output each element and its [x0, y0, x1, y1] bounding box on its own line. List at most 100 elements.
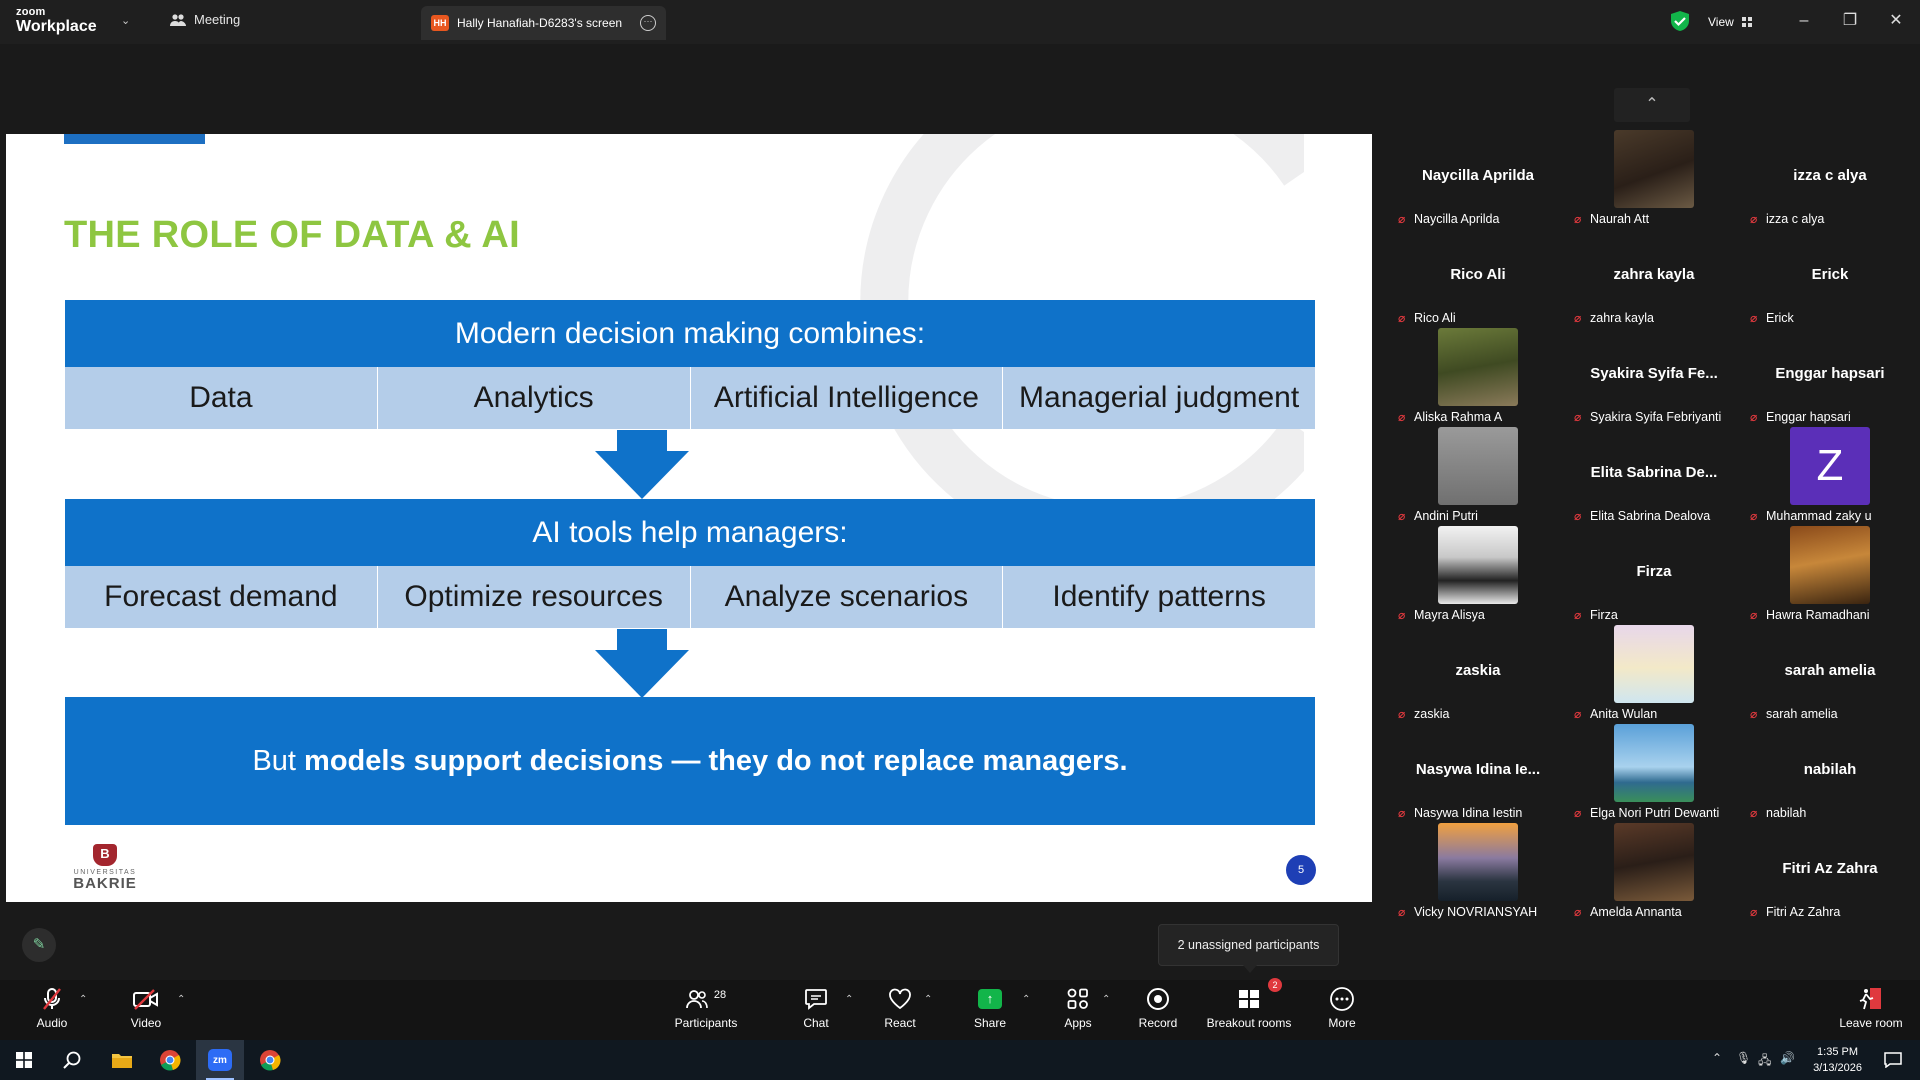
restore-button[interactable]: ❐ — [1835, 10, 1865, 32]
participant-name: sarah amelia — [1766, 707, 1838, 721]
zoom-workplace-logo[interactable]: zoom Workplace — [16, 7, 97, 35]
participant-tile[interactable]: Enggar hapsari ⌀ Enggar hapsari — [1742, 328, 1918, 427]
show-hidden-icons[interactable]: ⌃ — [1712, 1051, 1722, 1065]
participant-tile[interactable]: Nasywa Idina Ie... ⌀ Nasywa Idina Iestin — [1390, 724, 1566, 823]
participant-tile[interactable]: ⌀ Amelda Annanta — [1566, 823, 1742, 922]
participant-tile[interactable]: Z ⌀ Muhammad zaky u — [1742, 427, 1918, 526]
audio-button[interactable]: Audio — [32, 986, 72, 1030]
system-clock[interactable]: 1:35 PM 3/13/2026 — [1813, 1044, 1862, 1076]
microphone-icon[interactable]: 🎙 — [1736, 1051, 1751, 1065]
mic-muted-icon: ⌀ — [1398, 508, 1406, 523]
audio-options-caret[interactable]: ⌃ — [79, 994, 87, 1005]
participant-name: Enggar hapsari — [1766, 410, 1851, 424]
participant-video-thumbnail — [1614, 724, 1694, 802]
participant-name-label: ⌀ Aliska Rahma A — [1398, 407, 1502, 427]
chat-options-caret[interactable]: ⌃ — [845, 994, 853, 1005]
mic-muted-icon: ⌀ — [1574, 904, 1582, 919]
grid-view-icon — [1741, 17, 1752, 27]
breakout-rooms-button[interactable]: Breakout rooms — [1204, 986, 1294, 1030]
share-button[interactable]: ↑ Share — [970, 986, 1010, 1030]
chevron-down-icon[interactable]: ⌄ — [121, 14, 130, 27]
participant-tile[interactable]: izza c alya ⌀ izza c alya — [1742, 130, 1918, 229]
slide-accent-bar — [64, 134, 205, 144]
audio-label: Audio — [36, 1016, 68, 1030]
volume-icon[interactable]: 🔊 — [1780, 1051, 1795, 1065]
apps-button[interactable]: Apps — [1058, 986, 1098, 1030]
minimize-button[interactable]: – — [1789, 10, 1819, 32]
gallery-scroll-up-button[interactable]: ⌃ — [1614, 88, 1690, 122]
record-button[interactable]: Record — [1138, 986, 1178, 1030]
participant-tile[interactable]: Naycilla Aprilda ⌀ Naycilla Aprilda — [1390, 130, 1566, 229]
annotate-pen-icon[interactable]: ✎ — [22, 928, 56, 962]
participant-tile[interactable]: Syakira Syifa Fe... ⌀ Syakira Syifa Febriy… — [1566, 328, 1742, 427]
shield-check-icon[interactable] — [1668, 10, 1692, 32]
participant-tile[interactable]: ⌀ Mayra Alisya — [1390, 526, 1566, 625]
participant-tile[interactable]: ⌀ Elga Nori Putri Dewanti — [1566, 724, 1742, 823]
close-button[interactable]: ✕ — [1881, 10, 1911, 32]
participant-tile[interactable]: sarah amelia ⌀ sarah amelia — [1742, 625, 1918, 724]
shared-slide: THE ROLE OF DATA & AI Modern decision ma… — [6, 134, 1372, 902]
chrome-button[interactable] — [146, 1040, 194, 1080]
participant-display-name: Nasywa Idina Ie... — [1415, 761, 1541, 778]
apps-options-caret[interactable]: ⌃ — [1102, 994, 1110, 1005]
more-button[interactable]: More — [1322, 986, 1362, 1030]
participant-tile[interactable]: ⌀ Anita Wulan — [1566, 625, 1742, 724]
participant-tile[interactable]: ⌀ Vicky NOVRIANSYAH — [1390, 823, 1566, 922]
participant-tile[interactable]: zaskia ⌀ zaskia — [1390, 625, 1566, 724]
video-button[interactable]: Video — [126, 986, 166, 1030]
participants-icon — [685, 990, 708, 1009]
participant-tile[interactable]: Firza ⌀ Firza — [1566, 526, 1742, 625]
slide-page-number: 5 — [1286, 855, 1316, 885]
participant-tile[interactable]: nabilah ⌀ nabilah — [1742, 724, 1918, 823]
mic-muted-icon: ⌀ — [1750, 805, 1758, 820]
screen-share-tab[interactable]: HH Hally Hanafiah-D6283's screen ··· — [421, 6, 666, 40]
participant-display-name: sarah amelia — [1784, 662, 1876, 679]
participants-button[interactable]: 28 Participants — [671, 986, 741, 1030]
network-icon[interactable]: 🖧 — [1758, 1051, 1771, 1072]
participant-tile[interactable]: zahra kayla ⌀ zahra kayla — [1566, 229, 1742, 328]
mic-muted-icon: ⌀ — [1574, 409, 1582, 424]
notifications-icon[interactable] — [1884, 1052, 1902, 1068]
mic-muted-icon: ⌀ — [1574, 706, 1582, 721]
file-explorer-button[interactable] — [98, 1040, 146, 1080]
participant-name-label: ⌀ Enggar hapsari — [1750, 407, 1851, 427]
participant-name-label: ⌀ Elita Sabrina Dealova — [1574, 506, 1710, 526]
participant-name: zaskia — [1414, 707, 1450, 721]
leave-room-button[interactable]: Leave room — [1836, 986, 1906, 1030]
windows-start-button[interactable] — [0, 1040, 48, 1080]
chrome-icon — [260, 1050, 281, 1071]
participant-tile[interactable]: ⌀ Naurah Att — [1566, 130, 1742, 229]
participant-tile[interactable]: ⌀ Aliska Rahma A — [1390, 328, 1566, 427]
participant-tile[interactable]: Rico Ali ⌀ Rico Ali — [1390, 229, 1566, 328]
title-bar: zoom Workplace ⌄ Meeting HH Hally Hanafi… — [0, 0, 1920, 44]
video-options-caret[interactable]: ⌃ — [177, 994, 185, 1005]
more-options-icon[interactable]: ··· — [640, 15, 656, 31]
chat-button[interactable]: Chat — [796, 986, 836, 1030]
react-button[interactable]: React — [880, 986, 920, 1030]
view-button[interactable]: View — [1700, 11, 1760, 33]
participant-name: Rico Ali — [1414, 311, 1456, 325]
participant-name-label: ⌀ Naurah Att — [1574, 209, 1649, 229]
share-options-caret[interactable]: ⌃ — [1022, 994, 1030, 1005]
mic-muted-icon: ⌀ — [1750, 409, 1758, 424]
participant-tile[interactable]: Elita Sabrina De... ⌀ Elita Sabrina Dealov… — [1566, 427, 1742, 526]
crest-icon — [93, 844, 117, 866]
participant-video-thumbnail — [1614, 625, 1694, 703]
meeting-icon — [170, 13, 186, 26]
participant-name-label: ⌀ nabilah — [1750, 803, 1806, 823]
participant-display-name: Fitri Az Zahra — [1782, 860, 1878, 877]
mic-muted-icon — [43, 988, 61, 1010]
zoom-taskbar-button[interactable]: zm — [196, 1040, 244, 1080]
participant-name-label: ⌀ Naycilla Aprilda — [1398, 209, 1499, 229]
participant-tile[interactable]: ⌀ Andini Putri — [1390, 427, 1566, 526]
participant-tile[interactable]: Erick ⌀ Erick — [1742, 229, 1918, 328]
participant-name: nabilah — [1766, 806, 1807, 820]
chrome-profile-button[interactable] — [246, 1040, 294, 1080]
meeting-tab[interactable]: Meeting — [170, 12, 240, 27]
participant-tile[interactable]: ⌀ Hawra Ramadhani — [1742, 526, 1918, 625]
participant-tile[interactable]: Fitri Az Zahra ⌀ Fitri Az Zahra — [1742, 823, 1918, 922]
share-label: Share — [973, 1016, 1007, 1030]
search-button[interactable] — [48, 1040, 96, 1080]
participant-display-name: nabilah — [1803, 761, 1857, 778]
react-options-caret[interactable]: ⌃ — [924, 994, 932, 1005]
